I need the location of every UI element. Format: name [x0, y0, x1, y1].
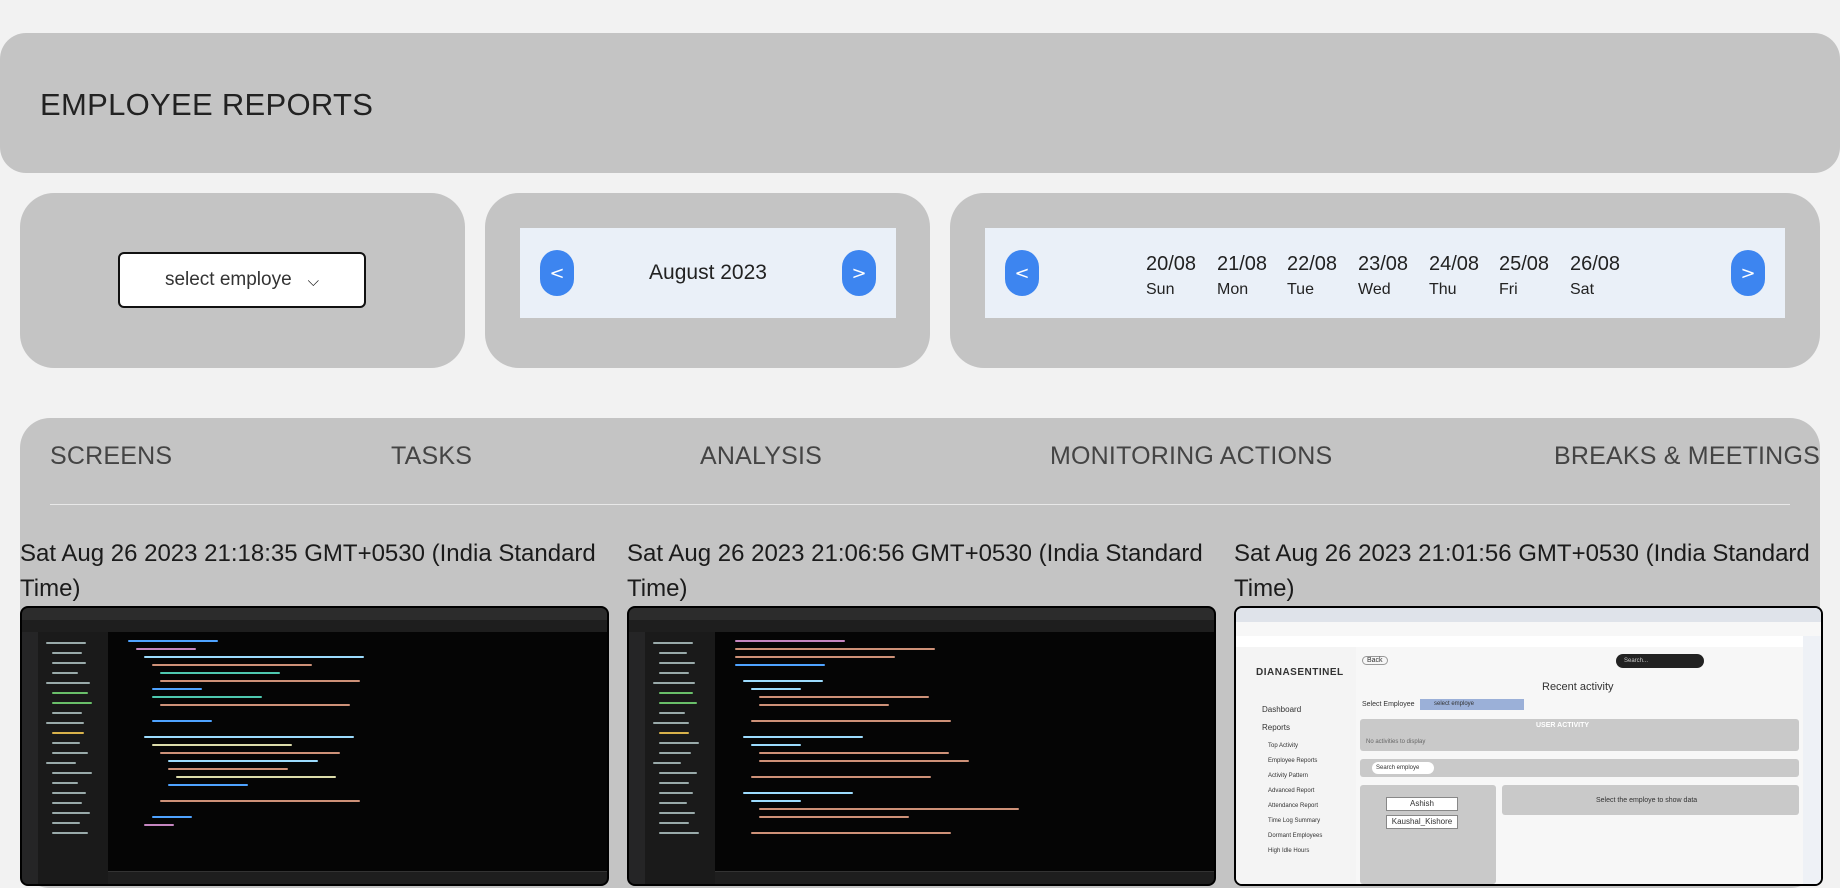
employee-select-card: select employe ⌵: [20, 193, 465, 368]
mini-nav-item: Activity Pattern: [1268, 773, 1309, 779]
week-nav-card: < 20/08 Sun 21/08 Mon 22/08 Tue 23/08 Wed 24…: [950, 193, 1820, 368]
mini-nav-item: Employee Reports: [1268, 758, 1318, 764]
mini-nav-item: High Idle Hours: [1268, 848, 1310, 854]
mini-nav-item: Time Log Summary: [1268, 818, 1321, 824]
mini-nav-item: Top Activity: [1268, 743, 1299, 749]
day-weekday: Thu: [1429, 281, 1457, 298]
tab-breaks-meetings[interactable]: BREAKS & MEETINGS: [1554, 442, 1820, 471]
month-nav-panel: < August 2023 >: [520, 228, 896, 318]
day-date: 23/08: [1358, 253, 1409, 275]
editor-panel-bar: [715, 871, 1214, 884]
mini-employee-item: Ashish: [1386, 797, 1458, 811]
mini-nav-item: Dashboard: [1262, 705, 1302, 714]
month-nav-card: < August 2023 >: [485, 193, 930, 368]
day-weekday: Mon: [1217, 281, 1249, 298]
editor-code-area: [715, 632, 1214, 884]
mini-user-activity: USER ACTIVITY: [1536, 722, 1590, 729]
tab-tasks[interactable]: TASKS: [391, 442, 472, 471]
page-title: EMPLOYEE REPORTS: [40, 87, 374, 122]
day-item-3[interactable]: 23/08 Wed: [1358, 253, 1408, 299]
editor-titlebar: [629, 608, 1214, 620]
day-date: 25/08: [1499, 253, 1550, 275]
mini-brand: DIANASENTINEL: [1256, 667, 1344, 678]
day-date: 21/08: [1217, 253, 1268, 275]
employee-select-value: select employe: [164, 269, 292, 290]
day-date: 24/08: [1429, 253, 1480, 275]
day-item-6[interactable]: 26/08 Sat: [1570, 253, 1620, 299]
editor-activity-bar: [629, 632, 645, 884]
screenshot-thumbnail[interactable]: [627, 606, 1216, 886]
screenshot-timestamp: Sat Aug 26 2023 21:06:56 GMT+0530 (India…: [627, 540, 1203, 602]
tab-analysis[interactable]: ANALYSIS: [700, 442, 822, 471]
tab-monitoring-actions[interactable]: MONITORING ACTIONS: [1050, 442, 1332, 471]
editor-activity-bar: [22, 632, 38, 884]
editor-code-area: [108, 632, 607, 884]
page-header: EMPLOYEE REPORTS: [0, 33, 1840, 173]
mini-select-label: Select Employee: [1362, 701, 1415, 708]
mini-nav-item: Attendance Report: [1268, 803, 1319, 809]
browser-tabbar: [1236, 608, 1821, 622]
day-weekday: Tue: [1287, 281, 1314, 298]
mini-nav-item: Reports: [1262, 723, 1291, 732]
day-date: 22/08: [1287, 253, 1338, 275]
week-nav-panel: < 20/08 Sun 21/08 Mon 22/08 Tue 23/08 Wed 24…: [985, 228, 1785, 318]
day-date: 26/08: [1570, 253, 1621, 275]
mini-no-activities: No activities to display: [1366, 739, 1426, 745]
chevron-down-icon: ⌵: [307, 272, 320, 290]
day-weekday: Fri: [1499, 281, 1518, 298]
browser-address-bar: [1236, 622, 1821, 637]
screenshot-thumbnail[interactable]: [20, 606, 609, 886]
editor-panel-bar: [108, 871, 607, 884]
mini-show-data: Select the employe to show data: [1596, 797, 1698, 804]
mini-nav-item: Advanced Report: [1268, 788, 1315, 794]
mini-select: select employe: [1420, 699, 1524, 710]
tab-divider: [50, 504, 1790, 505]
screenshot-timestamp: Sat Aug 26 2023 21:01:56 GMT+0530 (India…: [1234, 540, 1810, 602]
day-weekday: Sun: [1146, 281, 1175, 298]
mini-heading: Recent activity: [1542, 681, 1614, 693]
tab-screens[interactable]: SCREENS: [50, 442, 172, 471]
mini-search: Search...: [1616, 654, 1704, 668]
mini-back-button: Back: [1362, 656, 1388, 665]
prev-week-button[interactable]: <: [1005, 250, 1039, 296]
day-item-2[interactable]: 22/08 Tue: [1287, 253, 1337, 299]
month-label: August 2023: [649, 261, 767, 284]
employee-select[interactable]: select employe ⌵: [118, 252, 366, 308]
screenshot-thumbnail[interactable]: DIANASENTINEL Dashboard Reports Top Acti…: [1234, 606, 1823, 886]
day-weekday: Wed: [1358, 281, 1391, 298]
mini-nav-item: Dormant Employees: [1268, 833, 1323, 839]
day-item-0[interactable]: 20/08 Sun: [1146, 253, 1196, 299]
day-item-1[interactable]: 21/08 Mon: [1217, 253, 1267, 299]
day-weekday: Sat: [1570, 281, 1595, 298]
day-item-4[interactable]: 24/08 Thu: [1429, 253, 1479, 299]
day-date: 20/08: [1146, 253, 1197, 275]
editor-explorer: [645, 632, 716, 884]
editor-titlebar: [22, 608, 607, 620]
day-item-5[interactable]: 25/08 Fri: [1499, 253, 1549, 299]
mini-search-employee: Search employe: [1372, 762, 1434, 774]
next-month-button[interactable]: >: [842, 250, 876, 296]
editor-explorer: [38, 632, 109, 884]
screenshot-timestamp: Sat Aug 26 2023 21:18:35 GMT+0530 (India…: [20, 540, 596, 602]
next-week-button[interactable]: >: [1731, 250, 1765, 296]
mini-main: Back Search... Recent activity Select Em…: [1356, 647, 1803, 884]
mini-employee-item: Kaushal_Kishore: [1386, 815, 1458, 829]
browser-side-rail: [1803, 636, 1821, 884]
mini-sidebar: DIANASENTINEL Dashboard Reports Top Acti…: [1236, 647, 1356, 884]
